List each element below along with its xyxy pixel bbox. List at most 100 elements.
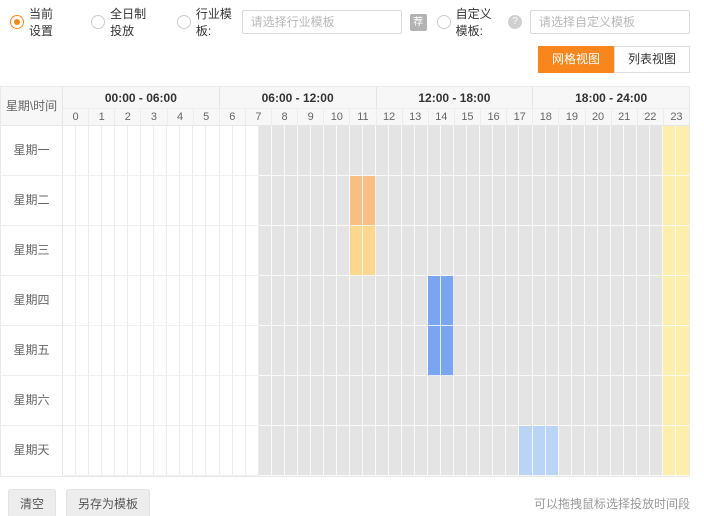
time-cell[interactable] xyxy=(572,226,585,276)
time-cell[interactable] xyxy=(193,276,206,326)
time-cell[interactable] xyxy=(546,426,559,476)
time-cell[interactable] xyxy=(246,426,259,476)
time-cell[interactable] xyxy=(350,326,363,376)
time-cell[interactable] xyxy=(415,376,428,426)
time-cell[interactable] xyxy=(637,376,650,426)
radio-all-day[interactable]: 全日制投放 xyxy=(91,5,155,39)
time-cell[interactable] xyxy=(428,376,441,426)
time-cell[interactable] xyxy=(259,126,272,176)
time-cell[interactable] xyxy=(454,326,467,376)
time-cell[interactable] xyxy=(115,426,128,476)
time-cell[interactable] xyxy=(415,176,428,226)
time-cell[interactable] xyxy=(598,426,611,476)
time-cell[interactable] xyxy=(89,276,102,326)
time-cell[interactable] xyxy=(193,176,206,226)
time-cell[interactable] xyxy=(363,326,376,376)
time-cell[interactable] xyxy=(663,376,676,426)
time-cell[interactable] xyxy=(337,326,350,376)
time-cell[interactable] xyxy=(76,426,89,476)
time-cell[interactable] xyxy=(298,176,311,226)
time-cell[interactable] xyxy=(415,326,428,376)
time-cell[interactable] xyxy=(76,126,89,176)
time-cell[interactable] xyxy=(441,326,454,376)
time-cell[interactable] xyxy=(324,376,337,426)
time-cell[interactable] xyxy=(480,376,493,426)
time-cell[interactable] xyxy=(141,326,154,376)
time-cell[interactable] xyxy=(598,326,611,376)
time-cell[interactable] xyxy=(141,426,154,476)
time-cell[interactable] xyxy=(298,126,311,176)
time-cell[interactable] xyxy=(546,276,559,326)
radio-icon[interactable] xyxy=(91,15,105,29)
time-cell[interactable] xyxy=(663,176,676,226)
time-cell[interactable] xyxy=(285,376,298,426)
time-cell[interactable] xyxy=(180,126,193,176)
time-cell[interactable] xyxy=(389,226,402,276)
time-cell[interactable] xyxy=(246,126,259,176)
time-cell[interactable] xyxy=(76,326,89,376)
time-cell[interactable] xyxy=(206,426,219,476)
time-cell[interactable] xyxy=(63,426,76,476)
time-cell[interactable] xyxy=(533,426,546,476)
time-cell[interactable] xyxy=(624,176,637,226)
time-cell[interactable] xyxy=(467,326,480,376)
time-cell[interactable] xyxy=(89,176,102,226)
time-cell[interactable] xyxy=(676,326,689,376)
time-cell[interactable] xyxy=(233,376,246,426)
time-cell[interactable] xyxy=(233,276,246,326)
time-cell[interactable] xyxy=(598,176,611,226)
time-cell[interactable] xyxy=(650,426,663,476)
time-cell[interactable] xyxy=(637,226,650,276)
time-cell[interactable] xyxy=(663,426,676,476)
time-cell[interactable] xyxy=(598,226,611,276)
time-cell[interactable] xyxy=(506,376,519,426)
time-cell[interactable] xyxy=(180,276,193,326)
time-cell[interactable] xyxy=(167,376,180,426)
time-cell[interactable] xyxy=(402,276,415,326)
time-cell[interactable] xyxy=(376,326,389,376)
time-cell[interactable] xyxy=(350,426,363,476)
clear-button[interactable]: 清空 xyxy=(8,489,56,516)
time-cell[interactable] xyxy=(298,426,311,476)
time-cell[interactable] xyxy=(415,126,428,176)
time-cell[interactable] xyxy=(467,276,480,326)
time-cell[interactable] xyxy=(298,276,311,326)
time-cell[interactable] xyxy=(428,426,441,476)
radio-icon[interactable] xyxy=(437,15,451,29)
time-cell[interactable] xyxy=(180,376,193,426)
time-cell[interactable] xyxy=(246,276,259,326)
time-cell[interactable] xyxy=(89,376,102,426)
time-cell[interactable] xyxy=(533,176,546,226)
time-cell[interactable] xyxy=(89,426,102,476)
time-cell[interactable] xyxy=(428,276,441,326)
time-cell[interactable] xyxy=(441,126,454,176)
time-cell[interactable] xyxy=(480,326,493,376)
time-cell[interactable] xyxy=(650,226,663,276)
industry-template-input[interactable] xyxy=(242,10,402,34)
time-cell[interactable] xyxy=(63,126,76,176)
time-cell[interactable] xyxy=(233,126,246,176)
time-cell[interactable] xyxy=(415,426,428,476)
time-cell[interactable] xyxy=(285,126,298,176)
time-cell[interactable] xyxy=(311,276,324,326)
time-cell[interactable] xyxy=(559,176,572,226)
time-cell[interactable] xyxy=(506,326,519,376)
time-cell[interactable] xyxy=(102,326,115,376)
time-cell[interactable] xyxy=(246,176,259,226)
time-cell[interactable] xyxy=(102,176,115,226)
time-cell[interactable] xyxy=(272,126,285,176)
time-cell[interactable] xyxy=(585,276,598,326)
time-cell[interactable] xyxy=(376,376,389,426)
time-cell[interactable] xyxy=(141,376,154,426)
time-cell[interactable] xyxy=(128,276,141,326)
time-cell[interactable] xyxy=(546,126,559,176)
time-cell[interactable] xyxy=(598,126,611,176)
time-cell[interactable] xyxy=(63,276,76,326)
time-cell[interactable] xyxy=(467,426,480,476)
time-cell[interactable] xyxy=(102,426,115,476)
time-cell[interactable] xyxy=(272,426,285,476)
time-cell[interactable] xyxy=(663,326,676,376)
time-cell[interactable] xyxy=(180,176,193,226)
time-cell[interactable] xyxy=(402,376,415,426)
time-cell[interactable] xyxy=(233,426,246,476)
